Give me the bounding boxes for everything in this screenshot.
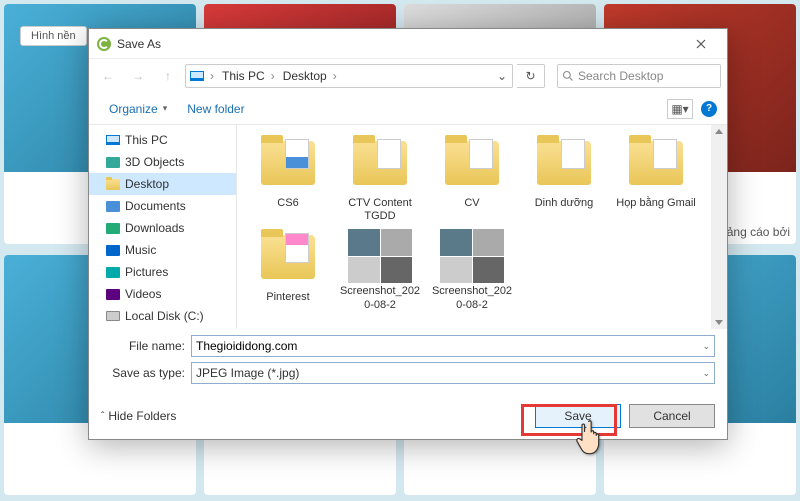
organize-button[interactable]: Organize xyxy=(99,98,177,120)
file-name-label: File name: xyxy=(101,339,191,353)
tree-item-label: Videos xyxy=(125,287,161,301)
file-name-field[interactable]: ⌄ xyxy=(191,335,715,357)
file-name: Screenshot_2020-08-2 xyxy=(427,285,517,311)
back-button[interactable]: ← xyxy=(95,63,121,89)
dialog-title: Save As xyxy=(117,37,161,51)
title-bar: Save As xyxy=(89,29,727,59)
folder-tree[interactable]: This PC 3D Objects Desktop Documents Downloa… xyxy=(89,125,237,329)
folder-icon xyxy=(105,264,121,280)
file-name: CS6 xyxy=(243,197,333,210)
new-folder-button[interactable]: New folder xyxy=(177,98,254,120)
file-item[interactable]: Họp bằng Gmail xyxy=(611,135,701,223)
pc-icon xyxy=(186,65,208,87)
tree-item-label: Documents xyxy=(125,199,186,213)
file-item[interactable]: Screenshot_2020-08-2 xyxy=(427,229,517,311)
save-type-label: Save as type: xyxy=(101,366,191,380)
folder-icon xyxy=(105,198,121,214)
chevron-down-icon[interactable]: ⌄ xyxy=(702,368,710,379)
tree-item-label: 3D Objects xyxy=(125,155,184,169)
breadcrumb-desktop[interactable]: Desktop xyxy=(277,65,331,87)
nav-bar: ← → ↑ › This PC › Desktop › ⌄ ↻ Search D… xyxy=(89,59,727,93)
view-options-button[interactable]: ▦▾ xyxy=(667,99,693,119)
file-item[interactable]: CTV Content TGDD xyxy=(335,135,425,223)
file-item[interactable]: Screenshot_2020-08-2 xyxy=(335,229,425,311)
background-tag[interactable]: Hình nền xyxy=(20,26,87,46)
help-button[interactable]: ? xyxy=(701,101,717,117)
tree-item-desktop[interactable]: Desktop xyxy=(89,173,236,195)
form-area: File name: ⌄ Save as type: JPEG Image (*… xyxy=(89,329,727,393)
search-icon xyxy=(562,70,574,82)
image-thumbnail xyxy=(440,229,504,283)
breadcrumb-this-pc[interactable]: This PC xyxy=(216,65,269,87)
file-name: Pinterest xyxy=(243,291,333,304)
save-type-field[interactable]: JPEG Image (*.jpg) ⌄ xyxy=(191,362,715,384)
tree-item-label: Pictures xyxy=(125,265,168,279)
folder-icon xyxy=(105,242,121,258)
file-name: Dinh dưỡng xyxy=(519,197,609,210)
folder-icon xyxy=(105,154,121,170)
tree-item-local-disk-c-[interactable]: Local Disk (C:) xyxy=(89,305,236,327)
tree-item-label: Music xyxy=(125,243,156,257)
tree-item-documents[interactable]: Documents xyxy=(89,195,236,217)
save-as-dialog: Save As ← → ↑ › This PC › Desktop › ⌄ ↻ … xyxy=(88,28,728,440)
hide-folders-button[interactable]: ˆ Hide Folders xyxy=(101,409,176,423)
tree-item-label: Local Disk (C:) xyxy=(125,309,204,323)
ad-text: ảng cáo bởi xyxy=(727,225,790,239)
tree-item-pictures[interactable]: Pictures xyxy=(89,261,236,283)
search-placeholder: Search Desktop xyxy=(578,69,663,83)
tree-item-label: Desktop xyxy=(125,177,169,191)
chevron-right-icon: › xyxy=(331,69,339,83)
app-icon xyxy=(97,37,111,51)
folder-icon xyxy=(348,141,412,195)
up-button[interactable]: ↑ xyxy=(155,63,181,89)
search-input[interactable]: Search Desktop xyxy=(557,64,721,88)
tree-item-this-pc[interactable]: This PC xyxy=(89,129,236,151)
folder-icon xyxy=(256,141,320,195)
hide-folders-label: Hide Folders xyxy=(108,409,176,423)
file-name: Họp bằng Gmail xyxy=(611,197,701,210)
save-type-value: JPEG Image (*.jpg) xyxy=(196,366,299,380)
close-icon xyxy=(696,39,706,49)
folder-icon xyxy=(532,141,596,195)
folder-icon xyxy=(624,141,688,195)
close-button[interactable] xyxy=(683,29,719,58)
file-name: Screenshot_2020-08-2 xyxy=(335,285,425,311)
file-name: CTV Content TGDD xyxy=(335,197,425,223)
tree-item-downloads[interactable]: Downloads xyxy=(89,217,236,239)
breadcrumb-dropdown[interactable]: ⌄ xyxy=(492,64,512,88)
tree-item-music[interactable]: Music xyxy=(89,239,236,261)
file-item[interactable]: Pinterest xyxy=(243,229,333,311)
tree-item-3d-objects[interactable]: 3D Objects xyxy=(89,151,236,173)
forward-button: → xyxy=(125,63,151,89)
toolbar: Organize New folder ▦▾ ? xyxy=(89,93,727,125)
drive-icon xyxy=(105,308,121,324)
pc-icon xyxy=(105,132,121,148)
file-item[interactable]: Dinh dưỡng xyxy=(519,135,609,223)
folder-icon xyxy=(440,141,504,195)
chevron-right-icon: › xyxy=(269,69,277,83)
save-button[interactable]: Save xyxy=(535,404,621,428)
scrollbar[interactable] xyxy=(711,125,727,329)
file-name-input[interactable] xyxy=(196,336,702,356)
dialog-body: This PC 3D Objects Desktop Documents Downloa… xyxy=(89,125,727,329)
folder-icon xyxy=(256,235,320,289)
chevron-down-icon[interactable]: ⌄ xyxy=(702,341,710,352)
file-item[interactable]: CV xyxy=(427,135,517,223)
cancel-button[interactable]: Cancel xyxy=(629,404,715,428)
chevron-up-icon: ˆ xyxy=(101,411,104,422)
image-thumbnail xyxy=(348,229,412,283)
chevron-right-icon: › xyxy=(208,69,216,83)
tree-item-label: Downloads xyxy=(125,221,184,235)
folder-icon xyxy=(105,176,121,192)
file-item[interactable]: CS6 xyxy=(243,135,333,223)
file-list[interactable]: CS6CTV Content TGDDCVDinh dưỡngHọp bằng … xyxy=(237,125,727,329)
tree-item-videos[interactable]: Videos xyxy=(89,283,236,305)
file-name: CV xyxy=(427,197,517,210)
folder-icon xyxy=(105,220,121,236)
refresh-button[interactable]: ↻ xyxy=(517,64,545,88)
dialog-footer: ˆ Hide Folders Save Cancel xyxy=(89,393,727,439)
breadcrumb[interactable]: › This PC › Desktop › ⌄ xyxy=(185,64,513,88)
folder-icon xyxy=(105,286,121,302)
tree-item-label: This PC xyxy=(125,133,168,147)
